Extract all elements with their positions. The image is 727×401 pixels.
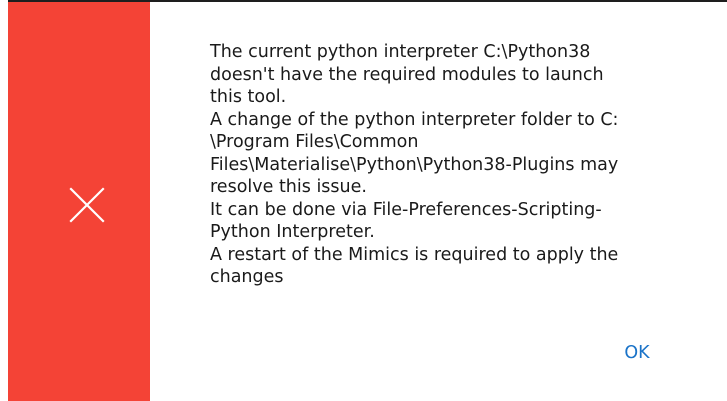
- message-line: A change of the python interpreter folde…: [210, 109, 619, 130]
- message-line: A restart of the Mimics is required to a…: [210, 244, 619, 265]
- error-message: The current python interpreter C:\Python…: [210, 41, 700, 289]
- message-line: Python Interpreter.: [210, 222, 375, 242]
- message-line: doesn't have the required modules to lau…: [210, 64, 604, 85]
- message-line: this tool.: [210, 87, 287, 107]
- error-side-panel: [8, 2, 150, 401]
- message-line: resolve this issue.: [210, 177, 367, 197]
- message-line: Files\Materialise\Python\Python38-Plugin…: [210, 154, 619, 175]
- message-line: \Program Files\Common: [210, 132, 419, 152]
- ok-button[interactable]: OK: [612, 340, 662, 366]
- close-icon: [69, 187, 105, 223]
- message-line: changes: [210, 267, 284, 287]
- dialog-left-edge: [0, 0, 8, 401]
- message-line: The current python interpreter C:\Python…: [210, 42, 591, 62]
- error-dialog: The current python interpreter C:\Python…: [0, 0, 727, 401]
- message-line: It can be done via File-Preferences-Scri…: [210, 199, 602, 220]
